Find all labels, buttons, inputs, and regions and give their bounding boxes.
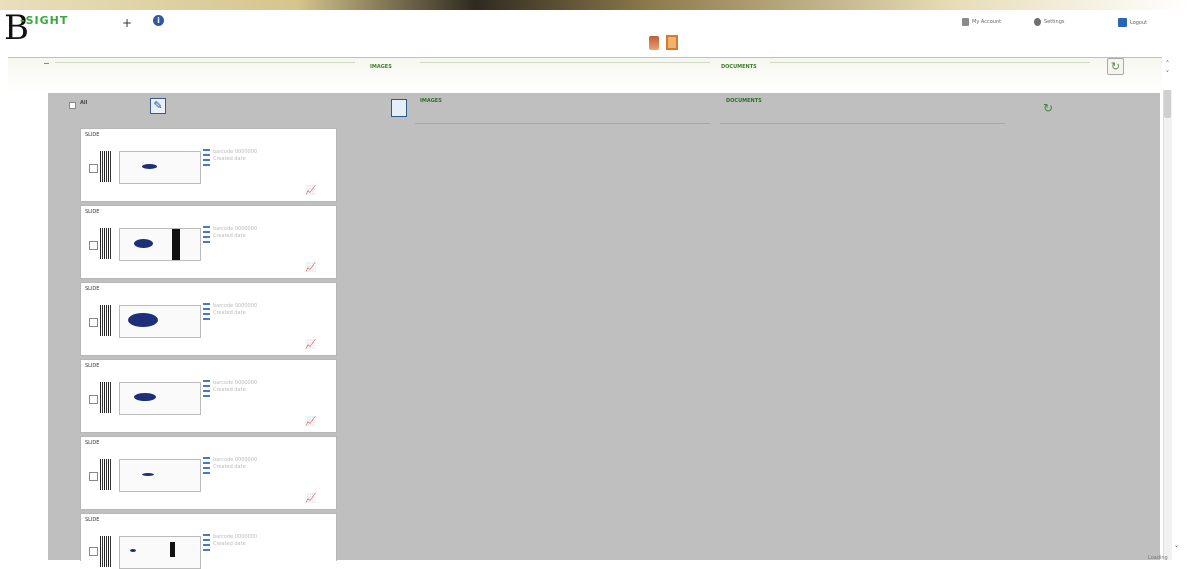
card-checkbox[interactable]: [89, 318, 98, 327]
scroll-down-icon[interactable]: ˅: [1172, 545, 1181, 554]
inner-tab-images[interactable]: IMAGES: [420, 98, 442, 104]
card-meta-barcode: barcode 0000000: [213, 226, 258, 232]
card-meta-date: Created date: [213, 156, 246, 162]
slide-card[interactable]: SLIDE barcode 0000000 Created date 📈: [80, 359, 337, 433]
card-checkbox[interactable]: [89, 395, 98, 404]
gear-icon: [1034, 18, 1041, 26]
settings-label: Settings: [1044, 19, 1065, 25]
slide-thumbnail[interactable]: [119, 382, 201, 415]
card-meta: barcode 0000000 Created date: [213, 226, 293, 241]
chevron-up-icon[interactable]: ˄: [1163, 60, 1172, 69]
card-meta-barcode: barcode 0000000: [213, 534, 258, 540]
tab-images[interactable]: IMAGES: [370, 64, 392, 70]
case-folder-icon[interactable]: [649, 36, 659, 50]
top-banner-strip: [0, 0, 1188, 10]
inner-tab-divider: [720, 123, 1005, 124]
panel-view-icon[interactable]: [391, 99, 407, 117]
slide-card[interactable]: SLIDE barcode 0000000 Created date 📈: [80, 436, 337, 510]
collapse-handle[interactable]: [44, 63, 49, 64]
chevron-down-icon[interactable]: ˅: [1163, 70, 1172, 79]
card-title: SLIDE: [85, 517, 100, 523]
logo-initial: B: [4, 8, 29, 48]
logout-label: Logout: [1130, 19, 1148, 26]
metadata-icons: [203, 149, 210, 168]
graph-icon[interactable]: 📈: [305, 494, 316, 504]
card-meta-barcode: barcode 0000000: [213, 457, 258, 463]
card-title: SLIDE: [85, 440, 100, 446]
select-all-label: All: [80, 100, 88, 106]
status-label: Loading: [1148, 555, 1168, 561]
my-account-label: My Account: [972, 19, 1002, 25]
slide-card[interactable]: SLIDE barcode 0000000 Created date: [80, 513, 337, 569]
info-icon[interactable]: i: [153, 15, 164, 26]
refresh-button[interactable]: ↻: [1107, 58, 1124, 75]
metadata-icons: [203, 380, 210, 399]
card-checkbox[interactable]: [89, 472, 98, 481]
graph-icon[interactable]: 📈: [305, 417, 316, 427]
logout-link[interactable]: Logout: [1118, 18, 1147, 27]
slide-thumbnail[interactable]: [119, 536, 201, 569]
card-meta-date: Created date: [213, 464, 246, 470]
card-title: SLIDE: [85, 286, 100, 292]
tab-divider: [55, 62, 355, 63]
card-meta-date: Created date: [213, 387, 246, 393]
metadata-icons: [203, 226, 210, 245]
scrollbar[interactable]: [1163, 90, 1172, 560]
card-meta: barcode 0000000 Created date: [213, 380, 293, 395]
card-meta: barcode 0000000 Created date: [213, 149, 293, 164]
logo-plus: +: [122, 16, 133, 30]
barcode-image: [100, 459, 112, 490]
slide-thumbnail[interactable]: [119, 305, 201, 338]
edit-button[interactable]: ✎: [150, 98, 166, 114]
slide-thumbnail[interactable]: [119, 459, 201, 492]
card-meta-date: Created date: [213, 541, 246, 547]
settings-link[interactable]: Settings: [1034, 18, 1065, 26]
barcode-image: [100, 536, 112, 567]
inner-tab-divider: [415, 123, 710, 124]
slide-thumbnail[interactable]: [119, 151, 201, 184]
metadata-icons: [203, 303, 210, 322]
card-title: SLIDE: [85, 363, 100, 369]
metadata-icons: [203, 457, 210, 476]
card-meta-date: Created date: [213, 233, 246, 239]
card-meta-barcode: barcode 0000000: [213, 149, 258, 155]
barcode-image: [100, 382, 112, 413]
card-meta: barcode 0000000 Created date: [213, 457, 293, 472]
select-all-checkbox[interactable]: [69, 102, 76, 109]
user-icon: [962, 18, 969, 26]
slide-card[interactable]: SLIDE barcode 0000000 Created date 📈: [80, 205, 337, 279]
graph-icon[interactable]: 📈: [305, 186, 316, 196]
card-meta-date: Created date: [213, 310, 246, 316]
barcode-image: [100, 305, 112, 336]
inner-refresh-icon[interactable]: ↻: [1043, 101, 1053, 115]
card-checkbox[interactable]: [89, 547, 98, 556]
tab-documents[interactable]: DOCUMENTS: [721, 64, 757, 70]
graph-icon[interactable]: 📈: [305, 340, 316, 350]
card-checkbox[interactable]: [89, 241, 98, 250]
card-title: SLIDE: [85, 209, 100, 215]
slide-thumbnail[interactable]: [119, 228, 201, 261]
card-meta: barcode 0000000 Created date: [213, 303, 293, 318]
card-meta-barcode: barcode 0000000: [213, 303, 258, 309]
barcode-image: [100, 228, 112, 259]
slide-card[interactable]: SLIDE barcode 0000000 Created date 📈: [80, 282, 337, 356]
graph-icon[interactable]: 📈: [305, 263, 316, 273]
logout-icon: [1118, 18, 1127, 27]
scrollbar-thumb[interactable]: [1164, 90, 1171, 118]
slide-card[interactable]: SLIDE barcode 0000000 Created date 📈: [80, 128, 337, 202]
inner-tab-documents[interactable]: DOCUMENTS: [726, 98, 762, 104]
card-checkbox[interactable]: [89, 164, 98, 173]
tab-divider: [770, 62, 1090, 63]
logo-wordmark: -SIGHT: [20, 14, 69, 27]
barcode-image: [100, 151, 112, 182]
card-title: SLIDE: [85, 132, 100, 138]
card-meta-barcode: barcode 0000000: [213, 380, 258, 386]
document-icon[interactable]: [666, 35, 678, 50]
my-account-link[interactable]: My Account: [962, 18, 1001, 26]
tab-divider: [420, 62, 710, 63]
card-meta: barcode 0000000 Created date: [213, 534, 293, 549]
metadata-icons: [203, 534, 210, 553]
